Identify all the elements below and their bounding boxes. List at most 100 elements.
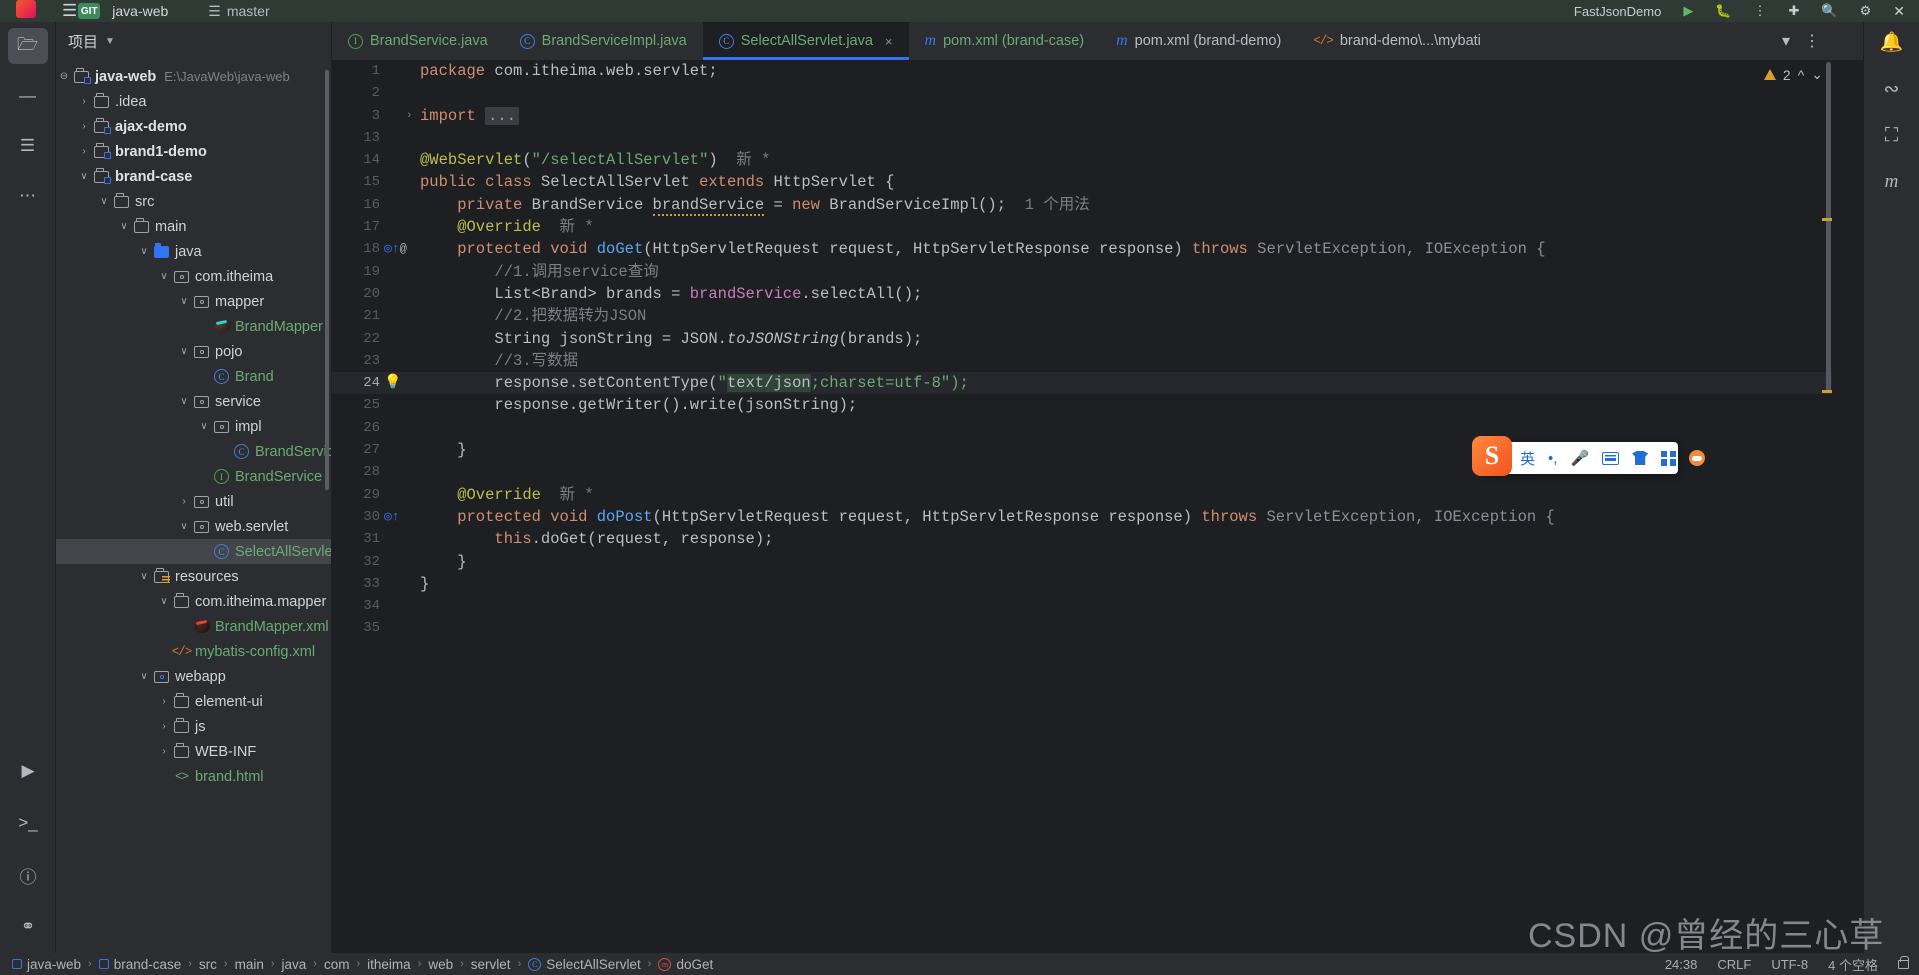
code-line[interactable]: 18 ◎↑@ protected void doGet(HttpServletRe… bbox=[332, 238, 1832, 260]
code-line[interactable]: 19 //1.调用service查询 bbox=[332, 261, 1832, 283]
inspection-widget[interactable]: 2 ^ ⌄ bbox=[1763, 66, 1823, 83]
code-line[interactable]: 20 List<Brand> brands = brandService.sel… bbox=[332, 283, 1832, 305]
intention-bulb-icon[interactable]: 💡 bbox=[384, 372, 418, 394]
code-line[interactable]: 30 ◎↑ protected void doPost(HttpServletRe… bbox=[332, 506, 1832, 528]
tree-item--idea[interactable]: › .idea bbox=[56, 89, 331, 114]
code-line[interactable]: 33} bbox=[332, 573, 1832, 595]
tree-item-mapper[interactable]: ∨ mapper bbox=[56, 289, 331, 314]
code-line[interactable]: 3 › import ... bbox=[332, 105, 1832, 127]
tree-item-com-itheima-mapper[interactable]: ∨ com.itheima.mapper bbox=[56, 589, 331, 614]
breadcrumb-item[interactable]: m doGet bbox=[658, 957, 713, 972]
project-tree[interactable]: ⊖ java-web E:\JavaWeb\java-web › .idea › ajax-… bbox=[56, 60, 331, 789]
next-problem-icon[interactable]: ⌄ bbox=[1811, 66, 1823, 83]
tree-item-brand[interactable]: C Brand bbox=[56, 364, 331, 389]
branch-selector[interactable]: ☰ master bbox=[208, 3, 269, 20]
tree-item-com-itheima[interactable]: ∨ com.itheima bbox=[56, 264, 331, 289]
code-line[interactable]: 1 package com.itheima.web.servlet; bbox=[332, 60, 1832, 82]
code-line[interactable]: 31 this.doGet(request, response); bbox=[332, 528, 1832, 550]
previous-problem-icon[interactable]: ^ bbox=[1798, 67, 1805, 83]
tree-item-ajax-demo[interactable]: › ajax-demo bbox=[56, 114, 331, 139]
code-line[interactable]: 22 String jsonString = JSON.toJSONString… bbox=[332, 328, 1832, 350]
tab-list-chevron-icon[interactable]: ▾ bbox=[1782, 31, 1790, 51]
tree-item-brandserviceimpl[interactable]: C BrandServiceImpl bbox=[56, 439, 331, 464]
gutter-warning-stripe[interactable] bbox=[1822, 218, 1832, 221]
code-line[interactable]: 25 response.getWriter().write(jsonString… bbox=[332, 394, 1832, 416]
editor-code-area[interactable]: 1 package com.itheima.web.servlet; 2 3 › impo… bbox=[332, 60, 1832, 953]
commit-tool-button[interactable]: — bbox=[8, 78, 48, 114]
chevron-down-icon[interactable]: ∨ bbox=[176, 346, 192, 357]
chevron-down-icon[interactable]: ▼ bbox=[105, 36, 115, 47]
code-line[interactable]: 24 💡 response.setContentType("text/json;c… bbox=[332, 372, 1832, 395]
fold-expand-icon[interactable]: › bbox=[406, 105, 413, 127]
tree-item-brand-case[interactable]: ∨ brand-case bbox=[56, 164, 331, 189]
override-gutter-icon[interactable]: ◎↑@ bbox=[384, 238, 418, 260]
sogou-logo-icon[interactable]: S bbox=[1472, 436, 1512, 476]
structure-tool-button[interactable]: ☰ bbox=[8, 128, 48, 164]
tree-item-service[interactable]: ∨ service bbox=[56, 389, 331, 414]
chevron-down-icon[interactable]: ∨ bbox=[96, 196, 112, 207]
tab-pom-xml-brand-case-[interactable]: m pom.xml (brand-case) bbox=[909, 22, 1101, 60]
code-line[interactable]: 15 public class SelectAllServlet extends … bbox=[332, 171, 1832, 193]
chevron-right-icon[interactable]: › bbox=[156, 696, 172, 707]
breadcrumb-item[interactable]: C SelectAllServlet bbox=[528, 957, 641, 972]
tree-item-brandmapper[interactable]: BrandMapper bbox=[56, 314, 331, 339]
code-line[interactable]: 14 @WebServlet("/selectAllServlet") 新 * bbox=[332, 149, 1832, 171]
project-panel-scrollbar[interactable] bbox=[325, 70, 329, 490]
close-window-button[interactable]: ✕ bbox=[1893, 3, 1905, 20]
line-separator[interactable]: CRLF bbox=[1717, 957, 1751, 972]
project-panel-header[interactable]: 项目 ▼ bbox=[56, 22, 331, 60]
breadcrumb-item[interactable]: brand-case bbox=[98, 957, 181, 972]
chevron-right-icon[interactable]: › bbox=[156, 721, 172, 732]
chevron-right-icon[interactable]: › bbox=[176, 496, 192, 507]
chevron-down-icon[interactable]: ∨ bbox=[196, 421, 212, 432]
tree-item-root[interactable]: ⊖ java-web E:\JavaWeb\java-web bbox=[56, 64, 331, 89]
run-icon[interactable]: ▶ bbox=[1683, 3, 1693, 19]
editor-scrollbar[interactable] bbox=[1825, 60, 1832, 953]
project-tool-button[interactable]: 🗁 bbox=[7, 28, 48, 64]
code-line[interactable]: 13 bbox=[332, 127, 1832, 149]
tree-item-element-ui[interactable]: › element-ui bbox=[56, 689, 331, 714]
code-line[interactable]: 16 private BrandService brandService = n… bbox=[332, 194, 1832, 216]
breadcrumb-item[interactable]: com bbox=[324, 957, 350, 972]
tree-item-main[interactable]: ∨ main bbox=[56, 214, 331, 239]
ime-mode-label[interactable]: 英 bbox=[1520, 448, 1535, 469]
database-icon[interactable]: ⛶ bbox=[1885, 125, 1898, 147]
more-tool-windows-button[interactable]: ⋯ bbox=[8, 178, 48, 214]
breadcrumb-item[interactable]: src bbox=[199, 957, 217, 972]
add-icon[interactable]: ✚ bbox=[1789, 3, 1800, 19]
apps-grid-icon[interactable] bbox=[1661, 450, 1677, 466]
tree-item-brandservice[interactable]: I BrandService bbox=[56, 464, 331, 489]
microphone-icon[interactable]: 🎤 bbox=[1570, 449, 1589, 467]
code-line[interactable]: 32 } bbox=[332, 551, 1832, 573]
gutter-warning-stripe[interactable] bbox=[1822, 390, 1832, 393]
main-menu-button[interactable]: ☰ bbox=[62, 1, 78, 21]
chevron-down-icon[interactable]: ∨ bbox=[136, 671, 152, 682]
collapse-handle-icon[interactable]: ⊖ bbox=[56, 71, 72, 82]
editor-tabs[interactable]: I BrandService.java C BrandServiceImpl.java… bbox=[332, 22, 1832, 60]
breadcrumb-item[interactable]: java-web bbox=[12, 957, 81, 972]
tree-item-brand-html[interactable]: <> brand.html bbox=[56, 764, 331, 789]
breadcrumb[interactable]: java-web › brand-case › src › main › java › com › it… bbox=[12, 957, 713, 972]
tree-item-util[interactable]: › util bbox=[56, 489, 331, 514]
terminal-tool-button[interactable]: >_ bbox=[8, 805, 48, 841]
tree-item-brandmapper-xml[interactable]: BrandMapper.xml bbox=[56, 614, 331, 639]
tab-brandservice-java[interactable]: I BrandService.java bbox=[332, 22, 504, 60]
chevron-down-icon[interactable]: ∨ bbox=[176, 521, 192, 532]
tree-item-pojo[interactable]: ∨ pojo bbox=[56, 339, 331, 364]
chevron-down-icon[interactable]: ∨ bbox=[136, 571, 152, 582]
tree-item-web-inf[interactable]: › WEB-INF bbox=[56, 739, 331, 764]
breadcrumb-item[interactable]: java bbox=[282, 957, 307, 972]
close-tab-icon[interactable]: × bbox=[885, 34, 893, 49]
code-line[interactable]: 26 bbox=[332, 417, 1832, 439]
tree-item-mybatis-config-xml[interactable]: </> mybatis-config.xml bbox=[56, 639, 331, 664]
chevron-down-icon[interactable]: ∨ bbox=[76, 171, 92, 182]
tree-item-js[interactable]: › js bbox=[56, 714, 331, 739]
indent-setting[interactable]: 4 个空格 bbox=[1828, 955, 1878, 974]
run-tool-button[interactable]: ▶ bbox=[8, 753, 48, 789]
tree-item-impl[interactable]: ∨ impl bbox=[56, 414, 331, 439]
unlocked-icon[interactable] bbox=[1898, 955, 1909, 969]
settings-icon[interactable]: ⚙ bbox=[1860, 3, 1872, 19]
tree-item-brand1-demo[interactable]: › brand1-demo bbox=[56, 139, 331, 164]
breadcrumb-item[interactable]: main bbox=[235, 957, 264, 972]
chevron-down-icon[interactable]: ∨ bbox=[176, 296, 192, 307]
